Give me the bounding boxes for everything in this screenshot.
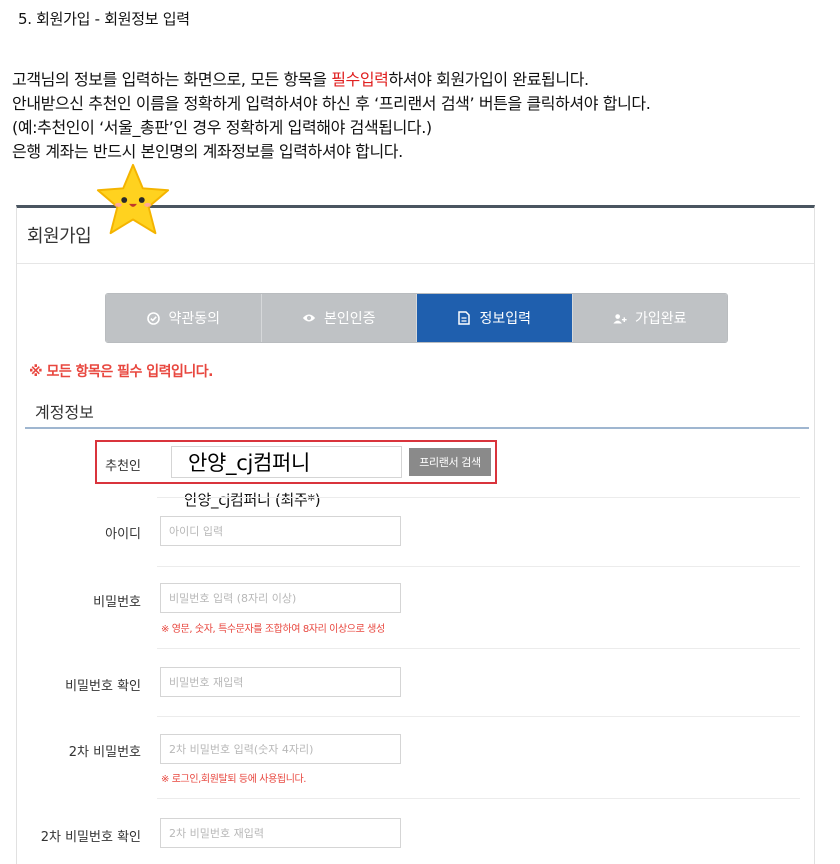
section-title-account: 계정정보: [35, 403, 94, 422]
step-label: 약관동의: [168, 311, 221, 327]
recommender-input[interactable]: 안양_cj컴퍼니: [171, 446, 402, 478]
step-label: 가입완료: [634, 311, 687, 327]
intro-line-1-b: 하셔야 회원가입이 완료됩니다.: [388, 70, 589, 89]
id-input[interactable]: 아이디 입력: [160, 516, 401, 546]
star-mascot-icon: [96, 163, 170, 235]
step-info[interactable]: 정보입력: [417, 294, 573, 342]
step-label: 본인인증: [323, 311, 376, 327]
pin-confirm-input[interactable]: 2차 비밀번호 재입력: [160, 818, 401, 848]
intro-line-1: 고객님의 정보를 입력하는 화면으로, 모든 항목을 필수입력하셔야 회원가입이…: [12, 68, 650, 92]
recommender-search-result[interactable]: 안양_cj컴퍼니 (최주*): [184, 489, 321, 510]
row-divider: [157, 566, 800, 567]
pin-label: 2차 비밀번호: [68, 745, 141, 760]
password-label: 비밀번호: [93, 595, 141, 610]
step-complete[interactable]: 가입완료: [572, 294, 727, 342]
step-label: 정보입력: [479, 311, 532, 327]
divider: [17, 263, 814, 264]
id-label: 아이디: [105, 527, 141, 542]
panel-title: 회원가입: [27, 226, 92, 247]
intro-line-1-a: 고객님의 정보를 입력하는 화면으로, 모든 항목을: [12, 70, 332, 89]
signup-steps: 약관동의 본인인증 정보입력 가입완료: [105, 293, 728, 343]
step-terms[interactable]: 약관동의: [106, 294, 262, 342]
row-divider: [157, 798, 800, 799]
user-add-icon: [613, 311, 627, 325]
row-divider: [157, 716, 800, 717]
check-circle-icon: [146, 311, 160, 325]
document-icon: [457, 311, 471, 325]
row-divider: [157, 648, 800, 649]
password-confirm-input[interactable]: 비밀번호 재입력: [160, 667, 401, 697]
section-divider: [25, 427, 809, 429]
required-notice: ※ 모든 항목은 필수 입력입니다.: [29, 364, 213, 380]
eye-icon: [302, 311, 316, 325]
page-heading: 5. 회원가입 - 회원정보 입력: [18, 10, 190, 28]
password-confirm-label: 비밀번호 확인: [65, 679, 141, 694]
pin-hint: ※ 로그인,회원탈퇴 등에 사용됩니다.: [161, 774, 307, 785]
row-divider: [157, 497, 800, 498]
step-verify[interactable]: 본인인증: [261, 294, 417, 342]
signup-panel: 회원가입 약관동의 본인인증 정보입력 가입완료 ※ 모든 항목은 필수 입력입…: [16, 205, 815, 864]
intro-line-2: 안내받으신 추천인 이름을 정확하게 입력하셔야 하신 후 ‘프리랜서 검색’ …: [12, 94, 651, 113]
password-hint: ※ 영문, 숫자, 특수문자를 조합하여 8자리 이상으로 생성: [161, 624, 385, 635]
password-input[interactable]: 비밀번호 입력 (8자리 이상): [160, 583, 401, 613]
intro-line-3: (예:추천인이 ‘서울_총판’인 경우 정확하게 입력해야 검색됩니다.): [12, 118, 432, 137]
recommender-label: 추천인: [105, 459, 141, 474]
intro-text: 고객님의 정보를 입력하는 화면으로, 모든 항목을 필수입력하셔야 회원가입이…: [12, 68, 651, 164]
pin-confirm-label: 2차 비밀번호 확인: [40, 830, 141, 845]
pin-input[interactable]: 2차 비밀번호 입력(숫자 4자리): [160, 734, 401, 764]
required-emphasis: 필수입력: [331, 70, 389, 89]
freelancer-search-button[interactable]: 프리랜서 검색: [409, 448, 491, 476]
